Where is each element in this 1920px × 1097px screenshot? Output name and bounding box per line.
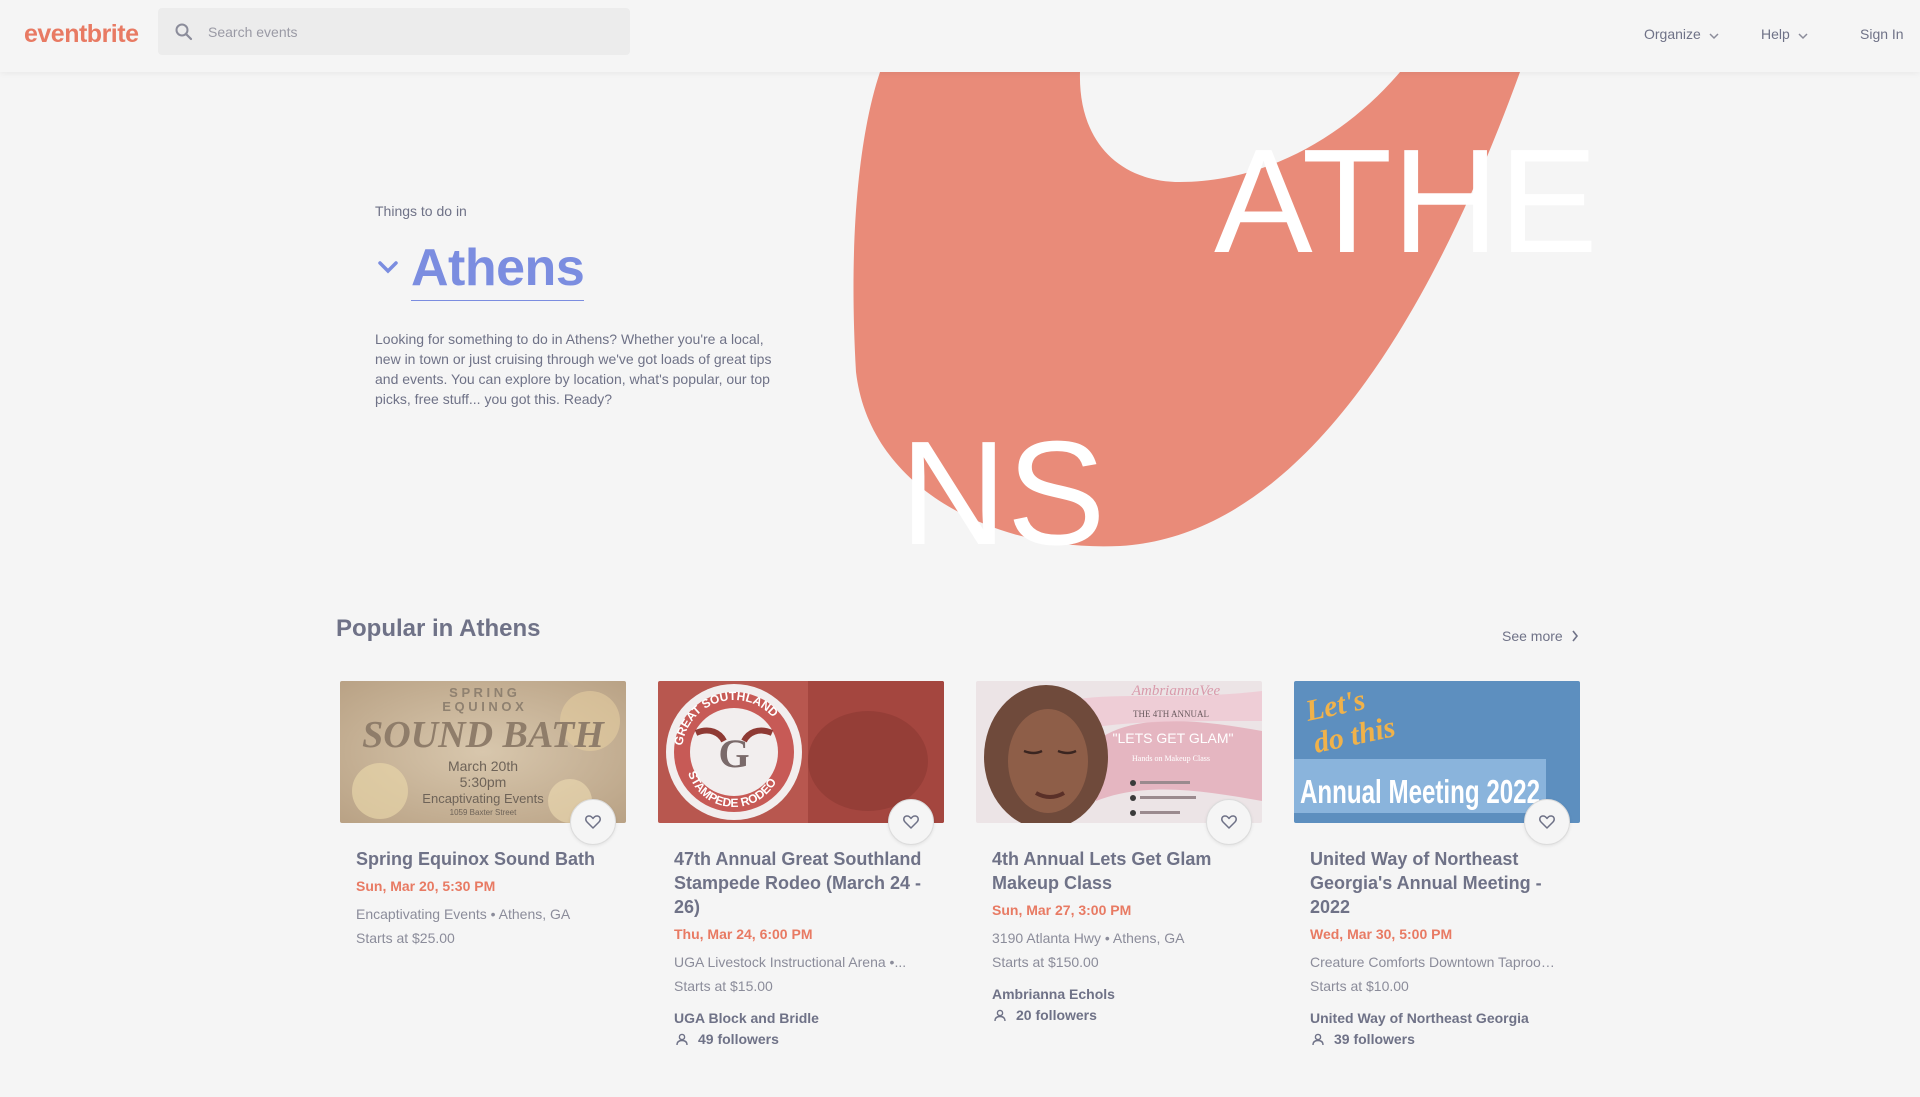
organizer-name[interactable]: UGA Block and Bridle — [674, 1009, 928, 1027]
hero-art-text-top: ATHE — [1214, 119, 1598, 284]
chevron-down-icon — [1709, 33, 1719, 40]
event-card[interactable]: G GREAT SOUTHLAND STAMPEDE RODEO 47th An… — [658, 681, 944, 1048]
chevron-right-icon — [1572, 630, 1578, 642]
organizer-followers: 39 followers — [1310, 1030, 1564, 1048]
image-text: Annual Meeting 2022 — [1300, 773, 1540, 810]
save-event-button[interactable] — [1524, 799, 1570, 845]
event-card[interactable]: S P R I N G E Q U I N O X SOUND BATH Mar… — [340, 681, 626, 947]
event-title[interactable]: 47th Annual Great Southland Stampede Rod… — [674, 847, 928, 919]
sign-in-link[interactable]: Sign In — [1860, 26, 1904, 42]
help-label: Help — [1761, 26, 1790, 42]
chevron-down-icon — [1798, 33, 1808, 40]
city-name[interactable]: Athens — [411, 238, 585, 301]
image-text: 5:30pm — [460, 774, 507, 790]
organize-label: Organize — [1644, 26, 1701, 42]
event-title[interactable]: Spring Equinox Sound Bath — [356, 847, 610, 871]
chevron-down-icon — [378, 261, 398, 274]
organizer-followers: 20 followers — [992, 1006, 1246, 1024]
event-location: UGA Livestock Instructional Arena •... — [674, 954, 907, 970]
heart-icon — [903, 815, 919, 829]
person-icon — [676, 1033, 688, 1046]
save-event-button[interactable] — [888, 799, 934, 845]
person-icon — [994, 1009, 1006, 1022]
event-price: Starts at $150.00 — [992, 954, 1099, 970]
event-title[interactable]: 4th Annual Lets Get Glam Makeup Class — [992, 847, 1246, 895]
event-card[interactable]: AmbriannaVee THE 4TH ANNUAL "LETS GET GL… — [976, 681, 1262, 1024]
image-text: G — [718, 731, 749, 776]
event-date: Sun, Mar 27, 3:00 PM — [992, 902, 1132, 918]
image-text: THE 4TH ANNUAL — [1133, 709, 1209, 719]
image-text: SOUND BATH — [362, 714, 605, 756]
followers-count: 39 followers — [1334, 1031, 1415, 1047]
top-nav-bar: eventbrite Organize Help Sign In — [0, 0, 1920, 72]
search-icon — [175, 23, 193, 41]
event-location: 3190 Atlanta Hwy • Athens, GA — [992, 930, 1185, 946]
image-text: March 20th — [448, 758, 518, 774]
heart-icon — [1539, 815, 1555, 829]
hero-description: Looking for something to do in Athens? W… — [375, 331, 772, 407]
image-text: S P R I N G — [449, 685, 517, 700]
organizer-name[interactable]: United Way of Northeast Georgia — [1310, 1009, 1564, 1027]
image-text: "LETS GET GLAM" — [1113, 730, 1234, 746]
save-event-button[interactable] — [570, 799, 616, 845]
save-event-button[interactable] — [1206, 799, 1252, 845]
heart-icon — [1221, 815, 1237, 829]
see-more-label: See more — [1502, 628, 1563, 644]
help-menu[interactable]: Help — [1761, 26, 1808, 42]
event-location: Creature Comforts Downtown Taproom... — [1310, 954, 1564, 970]
image-text: Hands on Makeup Class — [1132, 754, 1210, 763]
organizer-followers: 49 followers — [674, 1030, 928, 1048]
image-text: 1059 Baxter Street — [450, 808, 517, 817]
event-date: Sun, Mar 20, 5:30 PM — [356, 878, 496, 894]
heart-icon — [585, 815, 601, 829]
person-icon — [1312, 1033, 1324, 1046]
organizer-name[interactable]: Ambrianna Echols — [992, 985, 1246, 1003]
hero-kicker: Things to do in — [375, 203, 467, 219]
see-more-link[interactable]: See more — [1502, 628, 1579, 644]
event-date: Thu, Mar 24, 6:00 PM — [674, 926, 813, 942]
event-price: Starts at $10.00 — [1310, 978, 1409, 994]
eventbrite-logo[interactable]: eventbrite — [24, 20, 139, 49]
event-date: Wed, Mar 30, 5:00 PM — [1310, 926, 1453, 942]
hero-city-graphic: ATHE NS — [840, 72, 1598, 562]
event-price: Starts at $15.00 — [674, 978, 773, 994]
hero-art-text-bottom: NS — [900, 411, 1106, 562]
event-card[interactable]: Let's do this Annual Meeting 2022 United… — [1294, 681, 1580, 1048]
image-text: E Q U I N O X — [442, 699, 524, 714]
followers-count: 49 followers — [698, 1031, 779, 1047]
image-text: AmbriannaVee — [1131, 683, 1221, 699]
event-location: Encaptivating Events • Athens, GA — [356, 906, 571, 922]
followers-count: 20 followers — [1016, 1007, 1097, 1023]
organize-menu[interactable]: Organize — [1644, 26, 1719, 42]
search-box[interactable] — [158, 8, 630, 55]
search-input[interactable] — [208, 8, 608, 55]
event-title[interactable]: United Way of Northeast Georgia's Annual… — [1310, 847, 1564, 919]
event-price: Starts at $25.00 — [356, 930, 455, 946]
image-text: Encaptivating Events — [422, 791, 544, 806]
section-title: Popular in Athens — [336, 615, 541, 642]
